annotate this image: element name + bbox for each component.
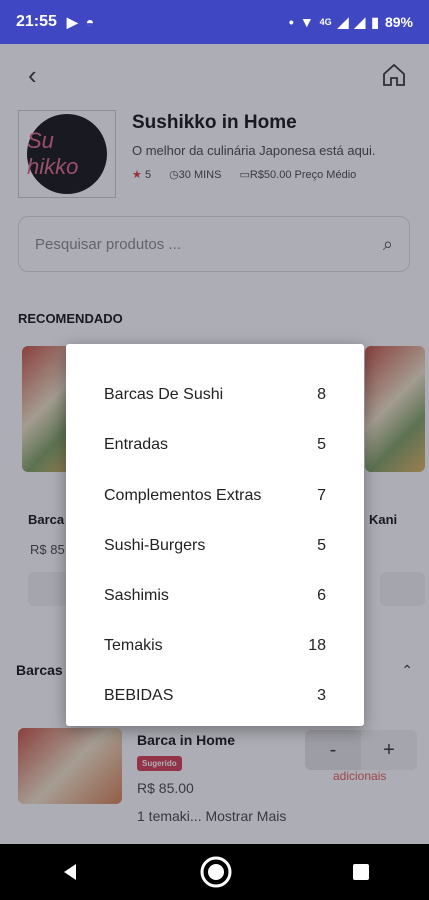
category-count: 6 (317, 587, 326, 604)
dot-icon: • (288, 14, 294, 30)
category-option[interactable]: Complementos Extras 7 (104, 487, 326, 505)
category-name: Temakis (104, 637, 163, 654)
status-time: 21:55 (16, 13, 57, 30)
signal-icon: ◢ (354, 13, 366, 30)
home-nav-icon[interactable] (199, 855, 233, 889)
category-option[interactable]: BEBIDAS 3 (104, 687, 326, 705)
battery-icon: ▮ (371, 13, 379, 30)
category-name: Complementos Extras (104, 487, 262, 504)
category-count: 5 (317, 537, 326, 554)
category-count: 18 (308, 637, 326, 654)
category-option[interactable]: Sushi-Burgers 5 (104, 537, 326, 555)
category-count: 7 (317, 487, 326, 504)
signal-icon: ◢ (337, 13, 349, 30)
category-name: Sashimis (104, 587, 169, 604)
category-count: 5 (317, 436, 326, 453)
incognito-icon: ◓ (85, 14, 95, 30)
recents-nav-icon[interactable] (352, 863, 370, 881)
category-option[interactable]: Temakis 18 (104, 637, 326, 655)
category-option[interactable]: Barcas De Sushi 8 (104, 386, 326, 404)
category-name: Barcas De Sushi (104, 386, 224, 403)
network-type: 4G (319, 17, 332, 27)
battery-level: 89% (384, 14, 413, 30)
wifi-icon: ▼ (299, 14, 314, 30)
category-name: Sushi-Burgers (104, 537, 206, 554)
system-nav-bar (0, 844, 429, 900)
category-name: Entradas (104, 436, 169, 453)
status-bar: 21:55 ▶ ◓ • ▼ 4G ◢ ◢ ▮ 89% (0, 0, 429, 44)
category-name: BEBIDAS (104, 687, 174, 704)
category-option[interactable]: Entradas 5 (104, 436, 326, 454)
category-option[interactable]: Sashimis 6 (104, 587, 326, 605)
back-nav-icon[interactable] (60, 862, 80, 882)
category-count: 3 (317, 687, 326, 704)
category-dialog: Barcas De Sushi 8 Entradas 5 Complemento… (66, 344, 364, 726)
category-count: 8 (317, 386, 326, 403)
youtube-icon: ▶ (66, 13, 78, 30)
